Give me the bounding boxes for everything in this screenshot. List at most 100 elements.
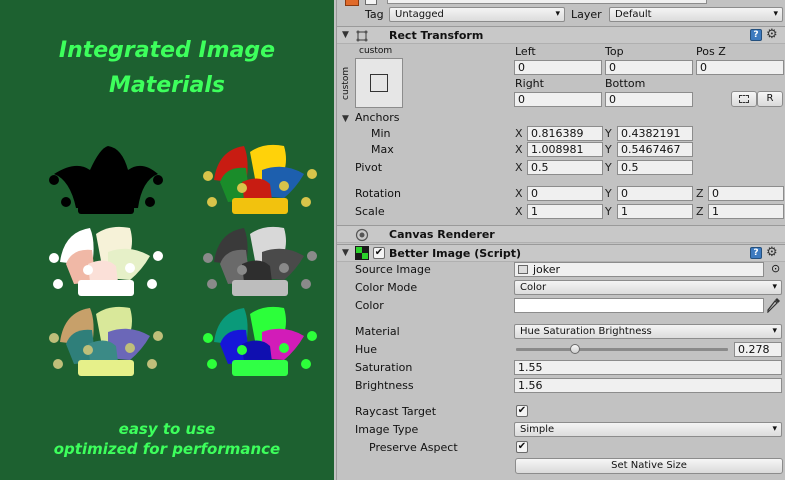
- preserve-aspect-checkbox[interactable]: ✔: [516, 441, 528, 453]
- chevron-down-icon: ▾: [772, 326, 777, 336]
- better-image-header[interactable]: ▼ ✔ Better Image (Script) ? ⚙: [337, 244, 785, 262]
- min-y-axis-label: Y: [605, 127, 612, 140]
- brightness-field[interactable]: 1.56: [514, 378, 782, 393]
- color-mode-dropdown[interactable]: Color ▾: [514, 280, 782, 295]
- top-label: Top: [605, 45, 624, 58]
- image-type-label: Image Type: [355, 423, 419, 436]
- fold-arrow-icon[interactable]: ▼: [342, 248, 349, 258]
- source-image-value: joker: [533, 263, 561, 276]
- active-checkbox[interactable]: [365, 0, 377, 5]
- raycast-target-checkbox[interactable]: ✔: [516, 405, 528, 417]
- jester-hat-pastel: [49, 226, 163, 296]
- canvas-renderer-header[interactable]: Canvas Renderer: [337, 225, 785, 243]
- jester-hat-grayscale: [203, 226, 317, 296]
- chevron-down-icon: ▾: [772, 424, 777, 434]
- color-label: Color: [355, 299, 384, 312]
- image-type-dropdown[interactable]: Simple ▾: [514, 422, 782, 437]
- object-picker-icon[interactable]: ⊙: [771, 262, 780, 275]
- fold-arrow-icon[interactable]: ▼: [342, 30, 349, 40]
- posz-field[interactable]: 0: [696, 60, 784, 75]
- rotation-y-field[interactable]: 0: [617, 186, 693, 201]
- posz-label: Pos Z: [696, 45, 726, 58]
- pivot-y-axis-label: Y: [605, 161, 612, 174]
- anchor-preset-top-label: custom: [359, 46, 393, 56]
- bottom-field[interactable]: 0: [605, 92, 693, 107]
- rotation-y-axis-label: Y: [605, 187, 612, 200]
- tag-dropdown-value: Untagged: [395, 9, 444, 20]
- right-field[interactable]: 0: [514, 92, 602, 107]
- gear-icon[interactable]: ⚙: [766, 245, 778, 260]
- scale-x-field[interactable]: 1: [527, 204, 603, 219]
- rect-transform-title: Rect Transform: [389, 29, 484, 42]
- min-label: Min: [371, 127, 391, 140]
- scale-y-axis-label: Y: [605, 205, 612, 218]
- jester-hat-teal: [49, 306, 163, 376]
- help-icon[interactable]: ?: [750, 29, 762, 41]
- pivot-label: Pivot: [355, 161, 383, 174]
- rotation-z-axis-label: Z: [696, 187, 704, 200]
- gameobject-icon: [345, 0, 359, 6]
- chevron-down-icon: ▾: [772, 282, 777, 292]
- preserve-aspect-label: Preserve Aspect: [369, 441, 458, 454]
- max-y-axis-label: Y: [605, 143, 612, 156]
- right-label: Right: [515, 77, 544, 90]
- color-swatch[interactable]: [514, 298, 764, 313]
- material-label: Material: [355, 325, 400, 338]
- canvas-renderer-icon: [355, 228, 369, 242]
- left-field[interactable]: 0: [514, 60, 602, 75]
- promo-title-line2: Materials: [108, 73, 226, 98]
- help-icon[interactable]: ?: [750, 247, 762, 259]
- rotation-x-field[interactable]: 0: [527, 186, 603, 201]
- inspector-panel: Tag Untagged ▾ Layer Default ▾ ▼ Rect Tr…: [336, 0, 785, 480]
- material-dropdown[interactable]: Hue Saturation Brightness ▾: [514, 324, 782, 339]
- raw-edit-button[interactable]: R: [757, 91, 783, 107]
- anchors-label: Anchors: [355, 111, 400, 124]
- pivot-y-field[interactable]: 0.5: [617, 160, 693, 175]
- saturation-field[interactable]: 1.55: [514, 360, 782, 375]
- better-image-title: Better Image (Script): [389, 247, 522, 260]
- image-type-value: Simple: [520, 424, 555, 435]
- anchors-fold-icon[interactable]: ▼: [342, 114, 349, 124]
- jester-hat-neon: [203, 306, 317, 376]
- pivot-x-field[interactable]: 0.5: [527, 160, 603, 175]
- canvas-renderer-title: Canvas Renderer: [389, 228, 495, 241]
- anchor-preset-side-label: custom: [341, 66, 351, 100]
- jester-hat-black: [49, 146, 163, 214]
- color-mode-label: Color Mode: [355, 281, 418, 294]
- jester-hat-colorful: [203, 144, 317, 214]
- anchor-max-x-field[interactable]: 1.008981: [527, 142, 603, 157]
- hue-slider-thumb[interactable]: [569, 344, 580, 354]
- anchor-preset-button[interactable]: [355, 58, 403, 108]
- rotation-x-axis-label: X: [515, 187, 523, 200]
- anchor-max-y-field[interactable]: 0.5467467: [617, 142, 693, 157]
- better-image-enabled-checkbox[interactable]: ✔: [373, 247, 385, 259]
- scale-label: Scale: [355, 205, 385, 218]
- anchor-min-x-field[interactable]: 0.816389: [527, 126, 603, 141]
- scale-z-field[interactable]: 1: [708, 204, 784, 219]
- source-image-field[interactable]: joker: [514, 262, 764, 277]
- promo-title-line1: Integrated Image: [58, 38, 276, 63]
- scale-x-axis-label: X: [515, 205, 523, 218]
- set-native-size-button[interactable]: Set Native Size: [515, 458, 783, 474]
- scale-y-field[interactable]: 1: [617, 204, 693, 219]
- blueprint-mode-button[interactable]: [731, 91, 757, 107]
- rotation-z-field[interactable]: 0: [708, 186, 784, 201]
- promo-panel: Integrated Image Materials easy to use o…: [0, 0, 334, 480]
- promo-tagline-line1: easy to use: [118, 420, 216, 438]
- anchor-min-y-field[interactable]: 0.4382191: [617, 126, 693, 141]
- gear-icon[interactable]: ⚙: [766, 27, 778, 42]
- tag-dropdown[interactable]: Untagged ▾: [389, 7, 565, 22]
- rect-transform-header[interactable]: ▼ Rect Transform ? ⚙: [337, 26, 785, 44]
- saturation-label: Saturation: [355, 361, 413, 374]
- hue-field[interactable]: 0.278: [734, 342, 782, 357]
- top-field[interactable]: 0: [605, 60, 693, 75]
- source-image-label: Source Image: [355, 263, 431, 276]
- hue-slider-track[interactable]: [516, 344, 728, 354]
- chevron-down-icon: ▾: [555, 9, 560, 19]
- script-icon: [355, 246, 369, 260]
- eyedropper-icon[interactable]: [767, 297, 781, 313]
- left-label: Left: [515, 45, 536, 58]
- gameobject-name-field[interactable]: [387, 0, 707, 4]
- layer-dropdown[interactable]: Default ▾: [609, 7, 783, 22]
- rect-transform-icon: [356, 30, 368, 42]
